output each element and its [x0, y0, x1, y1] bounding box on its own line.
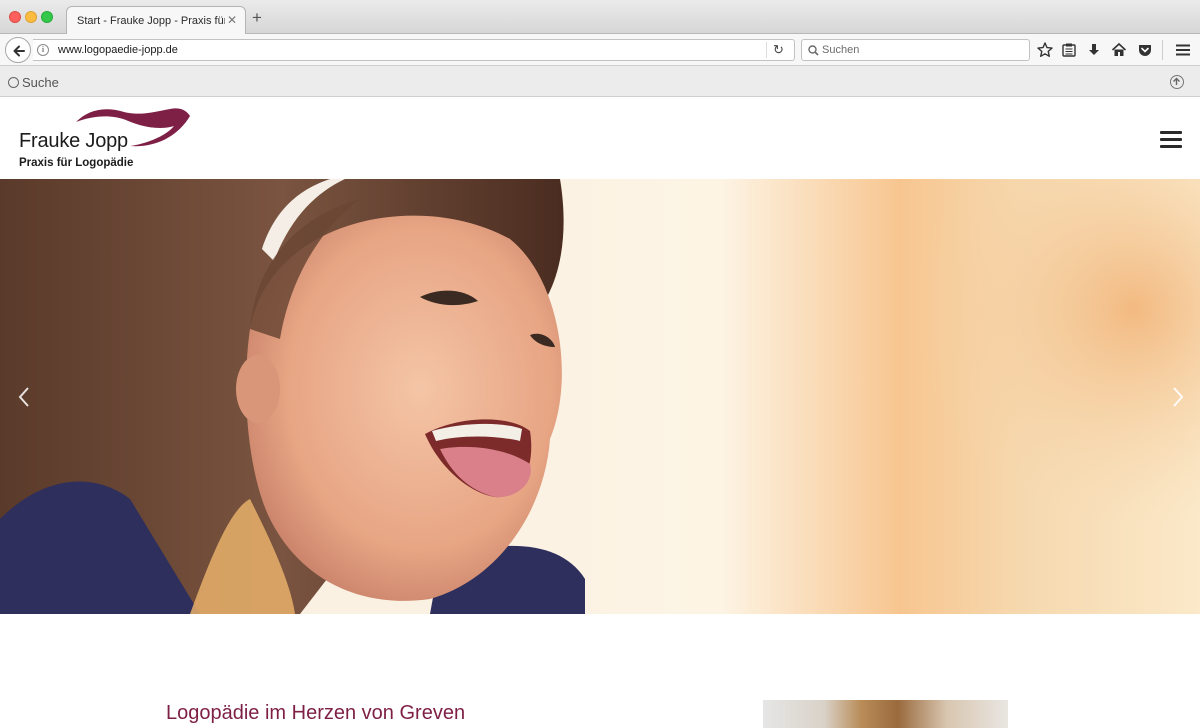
- arrow-left-icon: [13, 45, 25, 57]
- search-bar[interactable]: [801, 39, 1030, 61]
- content-heading: Logopädie im Herzen von Greven: [166, 702, 466, 724]
- toolbar-divider: [1162, 40, 1163, 60]
- search-icon: [808, 45, 819, 56]
- carousel-next-icon[interactable]: [1170, 386, 1186, 408]
- browser-navbar: i www.logopaedie-jopp.de ↻: [0, 34, 1200, 66]
- carousel-prev-icon[interactable]: [16, 386, 32, 408]
- home-icon[interactable]: [1110, 41, 1128, 59]
- logo-subtitle: Praxis für Logopädie: [19, 157, 134, 169]
- bookmark-star-icon[interactable]: [1036, 41, 1054, 59]
- minimize-window-button[interactable]: [25, 11, 37, 23]
- downloads-icon[interactable]: [1085, 41, 1103, 59]
- tab-close-icon[interactable]: ✕: [227, 13, 237, 27]
- site-logo[interactable]: Frauke Jopp Praxis für Logopädie: [0, 97, 220, 179]
- findbar-label: Suche: [22, 75, 59, 90]
- logo-name: Frauke Jopp: [19, 130, 128, 152]
- hero-carousel: [0, 179, 1200, 614]
- content-image: [763, 700, 1008, 728]
- scroll-up-icon[interactable]: [1170, 75, 1184, 89]
- search-findbar: Suche: [0, 66, 1200, 97]
- url-text[interactable]: www.logopaedie-jopp.de: [58, 44, 178, 56]
- url-bar[interactable]: i www.logopaedie-jopp.de ↻: [33, 39, 795, 61]
- menu-icon[interactable]: [1174, 41, 1192, 59]
- urlbar-divider: [766, 42, 767, 58]
- search-input[interactable]: [822, 42, 1022, 58]
- circle-arrow-icon: [8, 77, 19, 88]
- info-icon[interactable]: i: [37, 44, 49, 56]
- tab-title: Start - Frauke Jopp - Praxis für ...: [77, 15, 225, 27]
- site-header: Frauke Jopp Praxis für Logopädie: [0, 97, 1200, 179]
- browser-tab-active[interactable]: Start - Frauke Jopp - Praxis für ... ✕: [66, 6, 246, 35]
- hamburger-menu-button[interactable]: [1160, 131, 1182, 149]
- findbar-toggle[interactable]: Suche: [8, 75, 59, 90]
- reload-icon[interactable]: ↻: [773, 42, 784, 58]
- pocket-icon[interactable]: [1136, 41, 1154, 59]
- new-tab-icon[interactable]: +: [252, 9, 262, 26]
- back-button[interactable]: [5, 37, 31, 63]
- hero-photo-laughing-girl: [0, 179, 1200, 614]
- zoom-window-button[interactable]: [41, 11, 53, 23]
- bookmarks-list-icon[interactable]: [1060, 41, 1078, 59]
- browser-titlebar: Start - Frauke Jopp - Praxis für ... ✕ +: [0, 0, 1200, 35]
- close-window-button[interactable]: [9, 11, 21, 23]
